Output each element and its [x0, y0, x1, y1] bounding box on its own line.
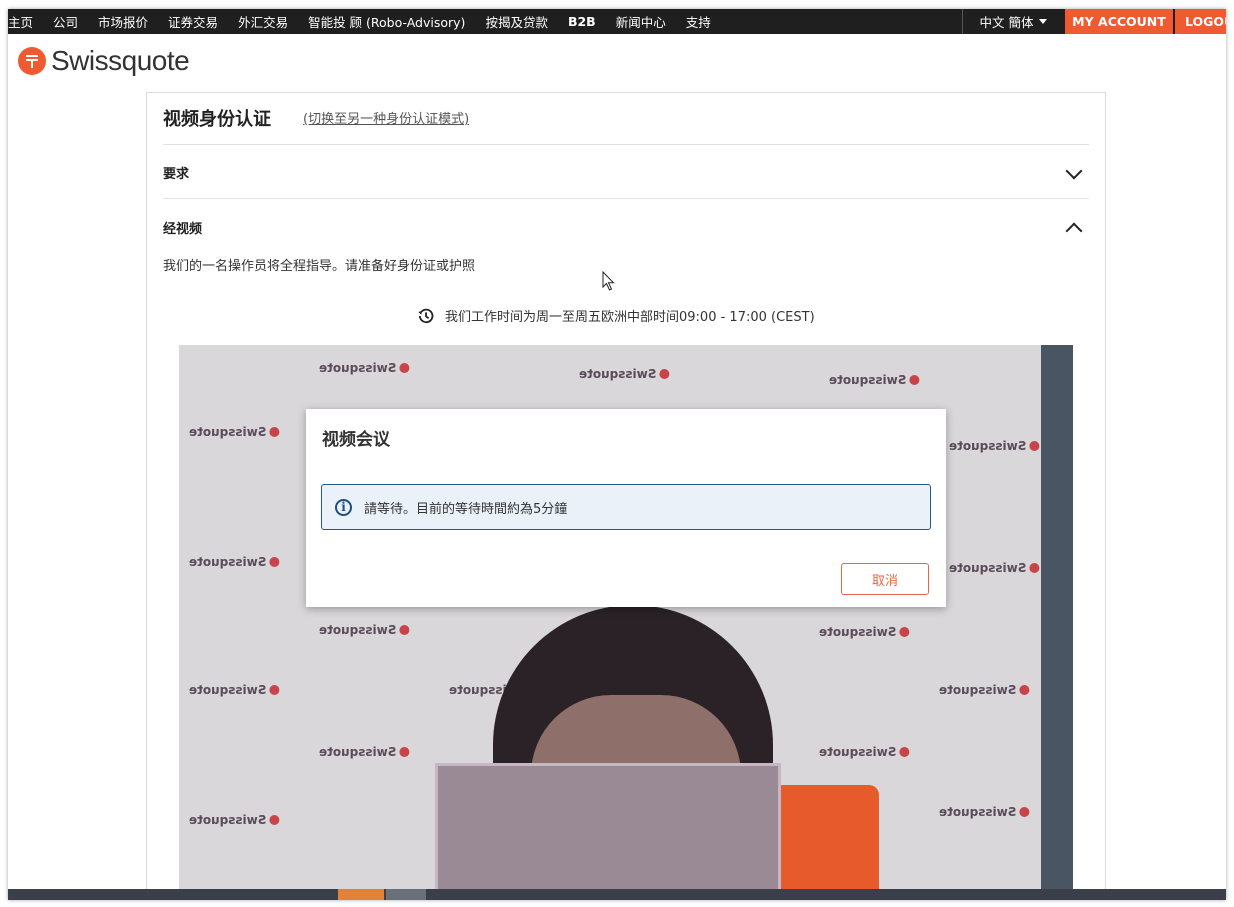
chevron-down-icon[interactable] — [1065, 162, 1083, 180]
nav-menu: 主页 公司 市场报价 证券交易 外汇交易 智能投 顾 (Robo-Advisory) 按揭及… — [8, 9, 731, 34]
info-icon: i — [335, 498, 352, 516]
chevron-up-icon[interactable] — [1065, 222, 1083, 240]
swissquote-logo-icon — [659, 369, 670, 379]
swissquote-watermark: Swissquote — [319, 361, 410, 375]
mouse-pointer-icon — [602, 271, 615, 291]
swissquote-watermark: Swissquote — [319, 745, 410, 759]
swissquote-watermark: Swissquote — [189, 813, 280, 827]
watermark-text: Swissquote — [189, 813, 267, 827]
swissquote-logo-icon — [269, 685, 280, 695]
cancel-button[interactable]: 取消 — [841, 563, 929, 595]
nav-item-8[interactable]: 新闻中心 — [616, 12, 666, 31]
swissquote-logo-icon — [1029, 563, 1040, 573]
swissquote-logo-icon — [899, 747, 910, 757]
divider — [163, 144, 1089, 145]
watermark-text: Swissquote — [319, 623, 397, 637]
swissquote-logo-icon — [399, 363, 410, 373]
swissquote-watermark: Swissquote — [579, 367, 670, 381]
swissquote-logo-icon — [18, 47, 46, 75]
swissquote-logo-icon — [269, 557, 280, 567]
working-hours: 我们工作时间为周一至周五欧洲中部时间09:00 - 17:00 (CEST) — [417, 306, 837, 325]
watermark-text: Swissquote — [189, 683, 267, 697]
swissquote-logo-icon — [269, 427, 280, 437]
swissquote-watermark: Swissquote — [939, 683, 1030, 697]
swissquote-watermark: Swissquote — [819, 625, 910, 639]
video-background-edge — [1041, 345, 1073, 900]
divider — [163, 198, 1089, 199]
swissquote-logo-icon — [269, 815, 280, 825]
held-document — [435, 763, 781, 900]
taskbar-item[interactable] — [338, 889, 384, 900]
page-title: 视频身份认证 — [163, 109, 271, 130]
logout-button[interactable]: LOGOUT — [1175, 9, 1226, 34]
nav-item-4[interactable]: 外汇交易 — [238, 12, 288, 31]
browser-page: 主页 公司 市场报价 证券交易 外汇交易 智能投 顾 (Robo-Advisory) 按揭及… — [8, 9, 1226, 900]
watermark-text: Swissquote — [189, 555, 267, 569]
swissquote-watermark: Swissquote — [949, 561, 1040, 575]
swissquote-watermark: Swissquote — [189, 425, 280, 439]
caret-down-icon — [1039, 19, 1048, 24]
watermark-text: Swissquote — [829, 373, 907, 387]
swissquote-watermark: Swissquote — [189, 683, 280, 697]
nav-item-0[interactable]: 主页 — [8, 12, 33, 31]
watermark-text: Swissquote — [949, 561, 1027, 575]
swissquote-logo-icon — [1019, 685, 1030, 695]
swissquote-watermark: Swissquote — [319, 623, 410, 637]
swissquote-logo[interactable]: Swissquote — [18, 45, 190, 77]
watermark-text: Swissquote — [189, 425, 267, 439]
watermark-text: Swissquote — [319, 361, 397, 375]
dialog-title: 视频会议 — [322, 430, 390, 450]
language-label: 中文 簡体 — [979, 15, 1034, 30]
wait-time-alert: i 請等待。目前的等待時間約為5分鐘 — [321, 484, 931, 530]
nav-item-3[interactable]: 证券交易 — [168, 12, 218, 31]
watermark-text: Swissquote — [939, 805, 1017, 819]
working-hours-text: 我们工作时间为周一至周五欧洲中部时间09:00 - 17:00 (CEST) — [445, 310, 815, 325]
swissquote-watermark: Swissquote — [949, 439, 1040, 453]
swissquote-logo-icon — [1029, 441, 1040, 451]
switch-identification-mode-link[interactable]: (切换至另一种身份认证模式) — [303, 108, 469, 127]
section-video-label[interactable]: 经视频 — [163, 218, 202, 237]
language-selector[interactable]: 中文 簡体 — [962, 9, 1064, 34]
nav-item-2[interactable]: 市场报价 — [98, 12, 148, 31]
taskbar — [8, 889, 1226, 900]
video-conference-dialog: 视频会议 i 請等待。目前的等待時間約為5分鐘 取消 — [306, 409, 946, 607]
nav-item-6[interactable]: 按揭及贷款 — [485, 12, 548, 31]
swissquote-logo-icon — [399, 747, 410, 757]
watermark-text: Swissquote — [579, 367, 657, 381]
section-requirements-label[interactable]: 要求 — [163, 163, 189, 182]
chair — [765, 785, 879, 900]
watermark-text: Swissquote — [319, 745, 397, 759]
watermark-text: Swissquote — [819, 745, 897, 759]
swissquote-logo-icon — [399, 625, 410, 635]
history-clock-icon — [418, 308, 434, 323]
swissquote-watermark: Swissquote — [189, 555, 280, 569]
top-navigation: 主页 公司 市场报价 证券交易 外汇交易 智能投 顾 (Robo-Advisory) 按揭及… — [8, 9, 1226, 34]
brand-name: Swissquote — [51, 45, 190, 76]
watermark-text: Swissquote — [949, 439, 1027, 453]
swissquote-watermark: Swissquote — [829, 373, 920, 387]
nav-item-7[interactable]: B2B — [568, 14, 596, 29]
nav-item-5[interactable]: 智能投 顾 (Robo-Advisory) — [308, 12, 465, 31]
my-account-button[interactable]: MY ACCOUNT — [1065, 9, 1173, 34]
nav-item-1[interactable]: 公司 — [53, 12, 78, 31]
wait-time-message: 請等待。目前的等待時間約為5分鐘 — [364, 501, 568, 517]
swissquote-logo-icon — [1019, 807, 1030, 817]
video-instruction-text: 我们的一名操作员将全程指导。请准备好身份证或护照 — [163, 259, 476, 274]
watermark-text: Swissquote — [939, 683, 1017, 697]
watermark-text: Swissquote — [819, 625, 897, 639]
swissquote-watermark: Swissquote — [819, 745, 910, 759]
nav-item-9[interactable]: 支持 — [686, 12, 711, 31]
swissquote-logo-icon — [899, 627, 910, 637]
taskbar-item[interactable] — [386, 889, 426, 900]
swissquote-watermark: Swissquote — [939, 805, 1030, 819]
swissquote-logo-icon — [909, 375, 920, 385]
